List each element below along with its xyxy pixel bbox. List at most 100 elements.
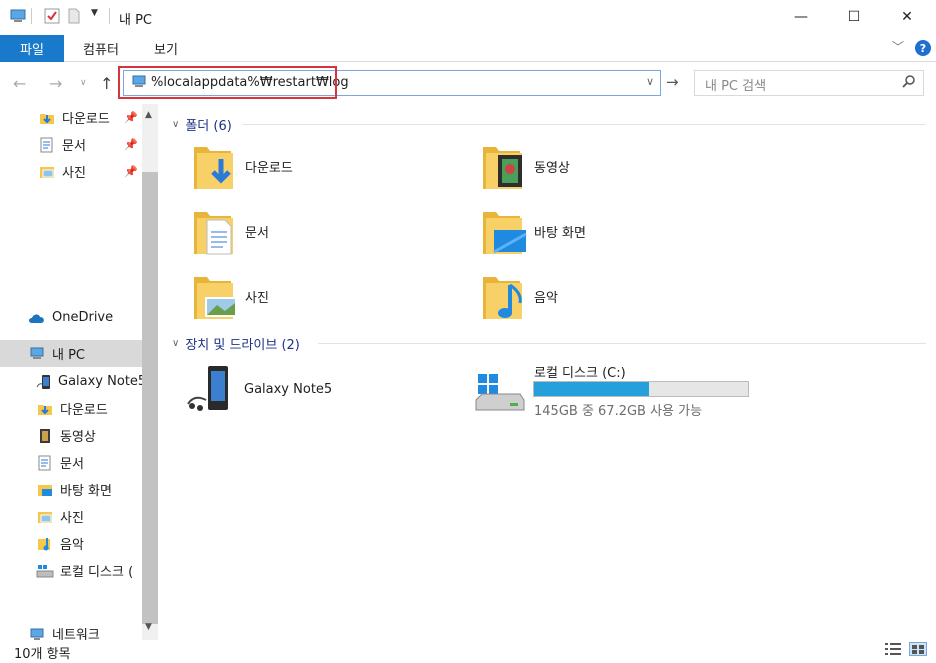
collapse-chevron-icon[interactable]: ∨ (172, 119, 179, 130)
sidebar-item-label: 네트워크 (52, 628, 100, 640)
sidebar-item-label: 다운로드 (62, 112, 110, 127)
sidebar-item-label: 사진 (62, 166, 86, 181)
network-icon (28, 626, 46, 641)
device-tile-galaxy-note5[interactable]: Galaxy Note5 (186, 364, 332, 414)
folder-tile-videos[interactable]: 동영상 (480, 141, 570, 191)
sidebar-item-label: 동영상 (60, 430, 96, 445)
help-icon[interactable]: ? (915, 40, 931, 56)
sidebar-item-label: 바탕 화면 (60, 484, 112, 499)
details-view-icon[interactable] (884, 642, 902, 656)
expand-ribbon-icon[interactable]: ﹀ (892, 38, 904, 55)
folder-label: 다운로드 (245, 160, 293, 176)
qa-divider (109, 8, 110, 24)
onedrive-cloud-icon (28, 310, 46, 326)
minimize-button[interactable]: — (778, 0, 824, 34)
address-dropdown-icon[interactable]: ∨ (646, 75, 654, 88)
search-icon[interactable] (902, 74, 916, 92)
forward-arrow-icon[interactable]: → (49, 74, 62, 93)
drive-free-space: 145GB 중 67.2GB 사용 가능 (534, 404, 703, 419)
pin-icon[interactable]: 📌 (124, 165, 138, 178)
folder-label: 사진 (245, 290, 269, 306)
item-count: 10개 항목 (14, 647, 71, 662)
folders-group-title: 폴더 (6) (185, 119, 232, 134)
folder-label: 동영상 (534, 160, 570, 176)
folder-tile-pictures[interactable]: 사진 (191, 271, 269, 321)
folder-label: 바탕 화면 (534, 225, 586, 241)
devices-group-title: 장치 및 드라이브 (2) (185, 338, 300, 353)
sidebar-scrollbar-thumb[interactable] (142, 172, 158, 624)
drive-icon (474, 364, 526, 414)
pin-icon[interactable]: 📌 (124, 138, 138, 151)
pictures-folder-icon (36, 509, 54, 525)
sidebar-item-pictures-quick[interactable]: 사진 (0, 158, 142, 185)
sidebar-item-pictures[interactable]: 사진 (0, 503, 142, 530)
sidebar-item-label: 음악 (60, 538, 84, 553)
folder-tile-desktop[interactable]: 바탕 화면 (480, 206, 586, 256)
title-bar: ▼ 내 PC — ☐ ✕ (0, 0, 936, 35)
phone-icon (36, 374, 52, 390)
collapse-chevron-icon[interactable]: ∨ (172, 338, 179, 349)
folder-label: 문서 (245, 225, 269, 241)
search-input[interactable]: 내 PC 검색 (705, 75, 766, 94)
tab-file[interactable]: 파일 (0, 35, 64, 62)
download-folder-icon (38, 110, 56, 126)
folder-tile-downloads[interactable]: 다운로드 (191, 141, 293, 191)
group-divider (318, 343, 926, 344)
back-arrow-icon[interactable]: ← (13, 74, 26, 93)
tab-computer[interactable]: 컴퓨터 (70, 35, 132, 62)
sidebar-item-this-pc[interactable]: 내 PC (0, 340, 142, 367)
qa-dropdown-icon[interactable]: ▼ (91, 8, 98, 18)
drive-icon (36, 563, 54, 579)
pc-icon (28, 346, 46, 362)
recent-locations-chevron-icon[interactable]: ∨ (80, 78, 87, 88)
window-title: 내 PC (119, 13, 153, 28)
sidebar-item-videos[interactable]: 동영상 (0, 422, 142, 449)
sidebar-item-documents-quick[interactable]: 문서 (0, 131, 142, 158)
maximize-button[interactable]: ☐ (831, 0, 877, 34)
status-bar (0, 640, 936, 663)
sidebar-item-label: 로컬 디스크 ( (60, 565, 134, 580)
device-tile-local-disk[interactable] (474, 364, 532, 414)
pictures-folder-icon (38, 164, 56, 180)
music-folder-icon (480, 271, 528, 321)
sidebar-item-downloads-quick[interactable]: 다운로드 (0, 104, 142, 131)
download-folder-icon (191, 141, 239, 191)
sidebar-item-galaxy-note5[interactable]: Galaxy Note5 (0, 368, 142, 395)
phone-icon (186, 364, 238, 414)
devices-group-header[interactable]: ∨ 장치 및 드라이브 (2) (172, 334, 300, 353)
folders-group-header[interactable]: ∨ 폴더 (6) (172, 115, 232, 134)
large-icons-view-icon[interactable] (909, 642, 927, 656)
pin-icon[interactable]: 📌 (124, 111, 138, 124)
up-arrow-icon[interactable]: ↑ (100, 74, 113, 93)
sidebar-item-downloads[interactable]: 다운로드 (0, 395, 142, 422)
pictures-folder-icon (191, 271, 239, 321)
go-arrow-icon[interactable]: → (666, 73, 679, 91)
download-folder-icon (36, 401, 54, 417)
scroll-up-arrow-icon[interactable]: ▲ (145, 110, 152, 120)
sidebar-item-network[interactable]: 네트워크 (0, 620, 142, 640)
sidebar-item-local-disk[interactable]: 로컬 디스크 ( (0, 557, 142, 584)
new-folder-icon[interactable] (67, 8, 81, 24)
documents-folder-icon (38, 137, 56, 153)
sidebar-item-label: OneDrive (52, 310, 114, 325)
group-divider (242, 124, 926, 125)
address-highlight-box (118, 66, 337, 99)
pc-app-icon (9, 8, 27, 24)
properties-icon[interactable] (44, 8, 60, 24)
videos-folder-icon (36, 428, 54, 444)
sidebar-item-onedrive[interactable]: OneDrive (0, 304, 142, 331)
close-button[interactable]: ✕ (884, 0, 930, 34)
folder-tile-music[interactable]: 음악 (480, 271, 558, 321)
sidebar-item-label: 다운로드 (60, 403, 108, 418)
tab-view[interactable]: 보기 (140, 35, 192, 62)
drive-usage-fill (534, 382, 649, 396)
scroll-down-arrow-icon[interactable]: ▼ (145, 622, 152, 632)
sidebar-item-label: Galaxy Note5 (58, 374, 142, 389)
sidebar-item-documents[interactable]: 문서 (0, 449, 142, 476)
sidebar-item-desktop[interactable]: 바탕 화면 (0, 476, 142, 503)
documents-folder-icon (36, 455, 54, 471)
sidebar-item-music[interactable]: 음악 (0, 530, 142, 557)
folder-tile-documents[interactable]: 문서 (191, 206, 269, 256)
drive-label: 로컬 디스크 (C:) (534, 366, 626, 381)
videos-folder-icon (480, 141, 528, 191)
